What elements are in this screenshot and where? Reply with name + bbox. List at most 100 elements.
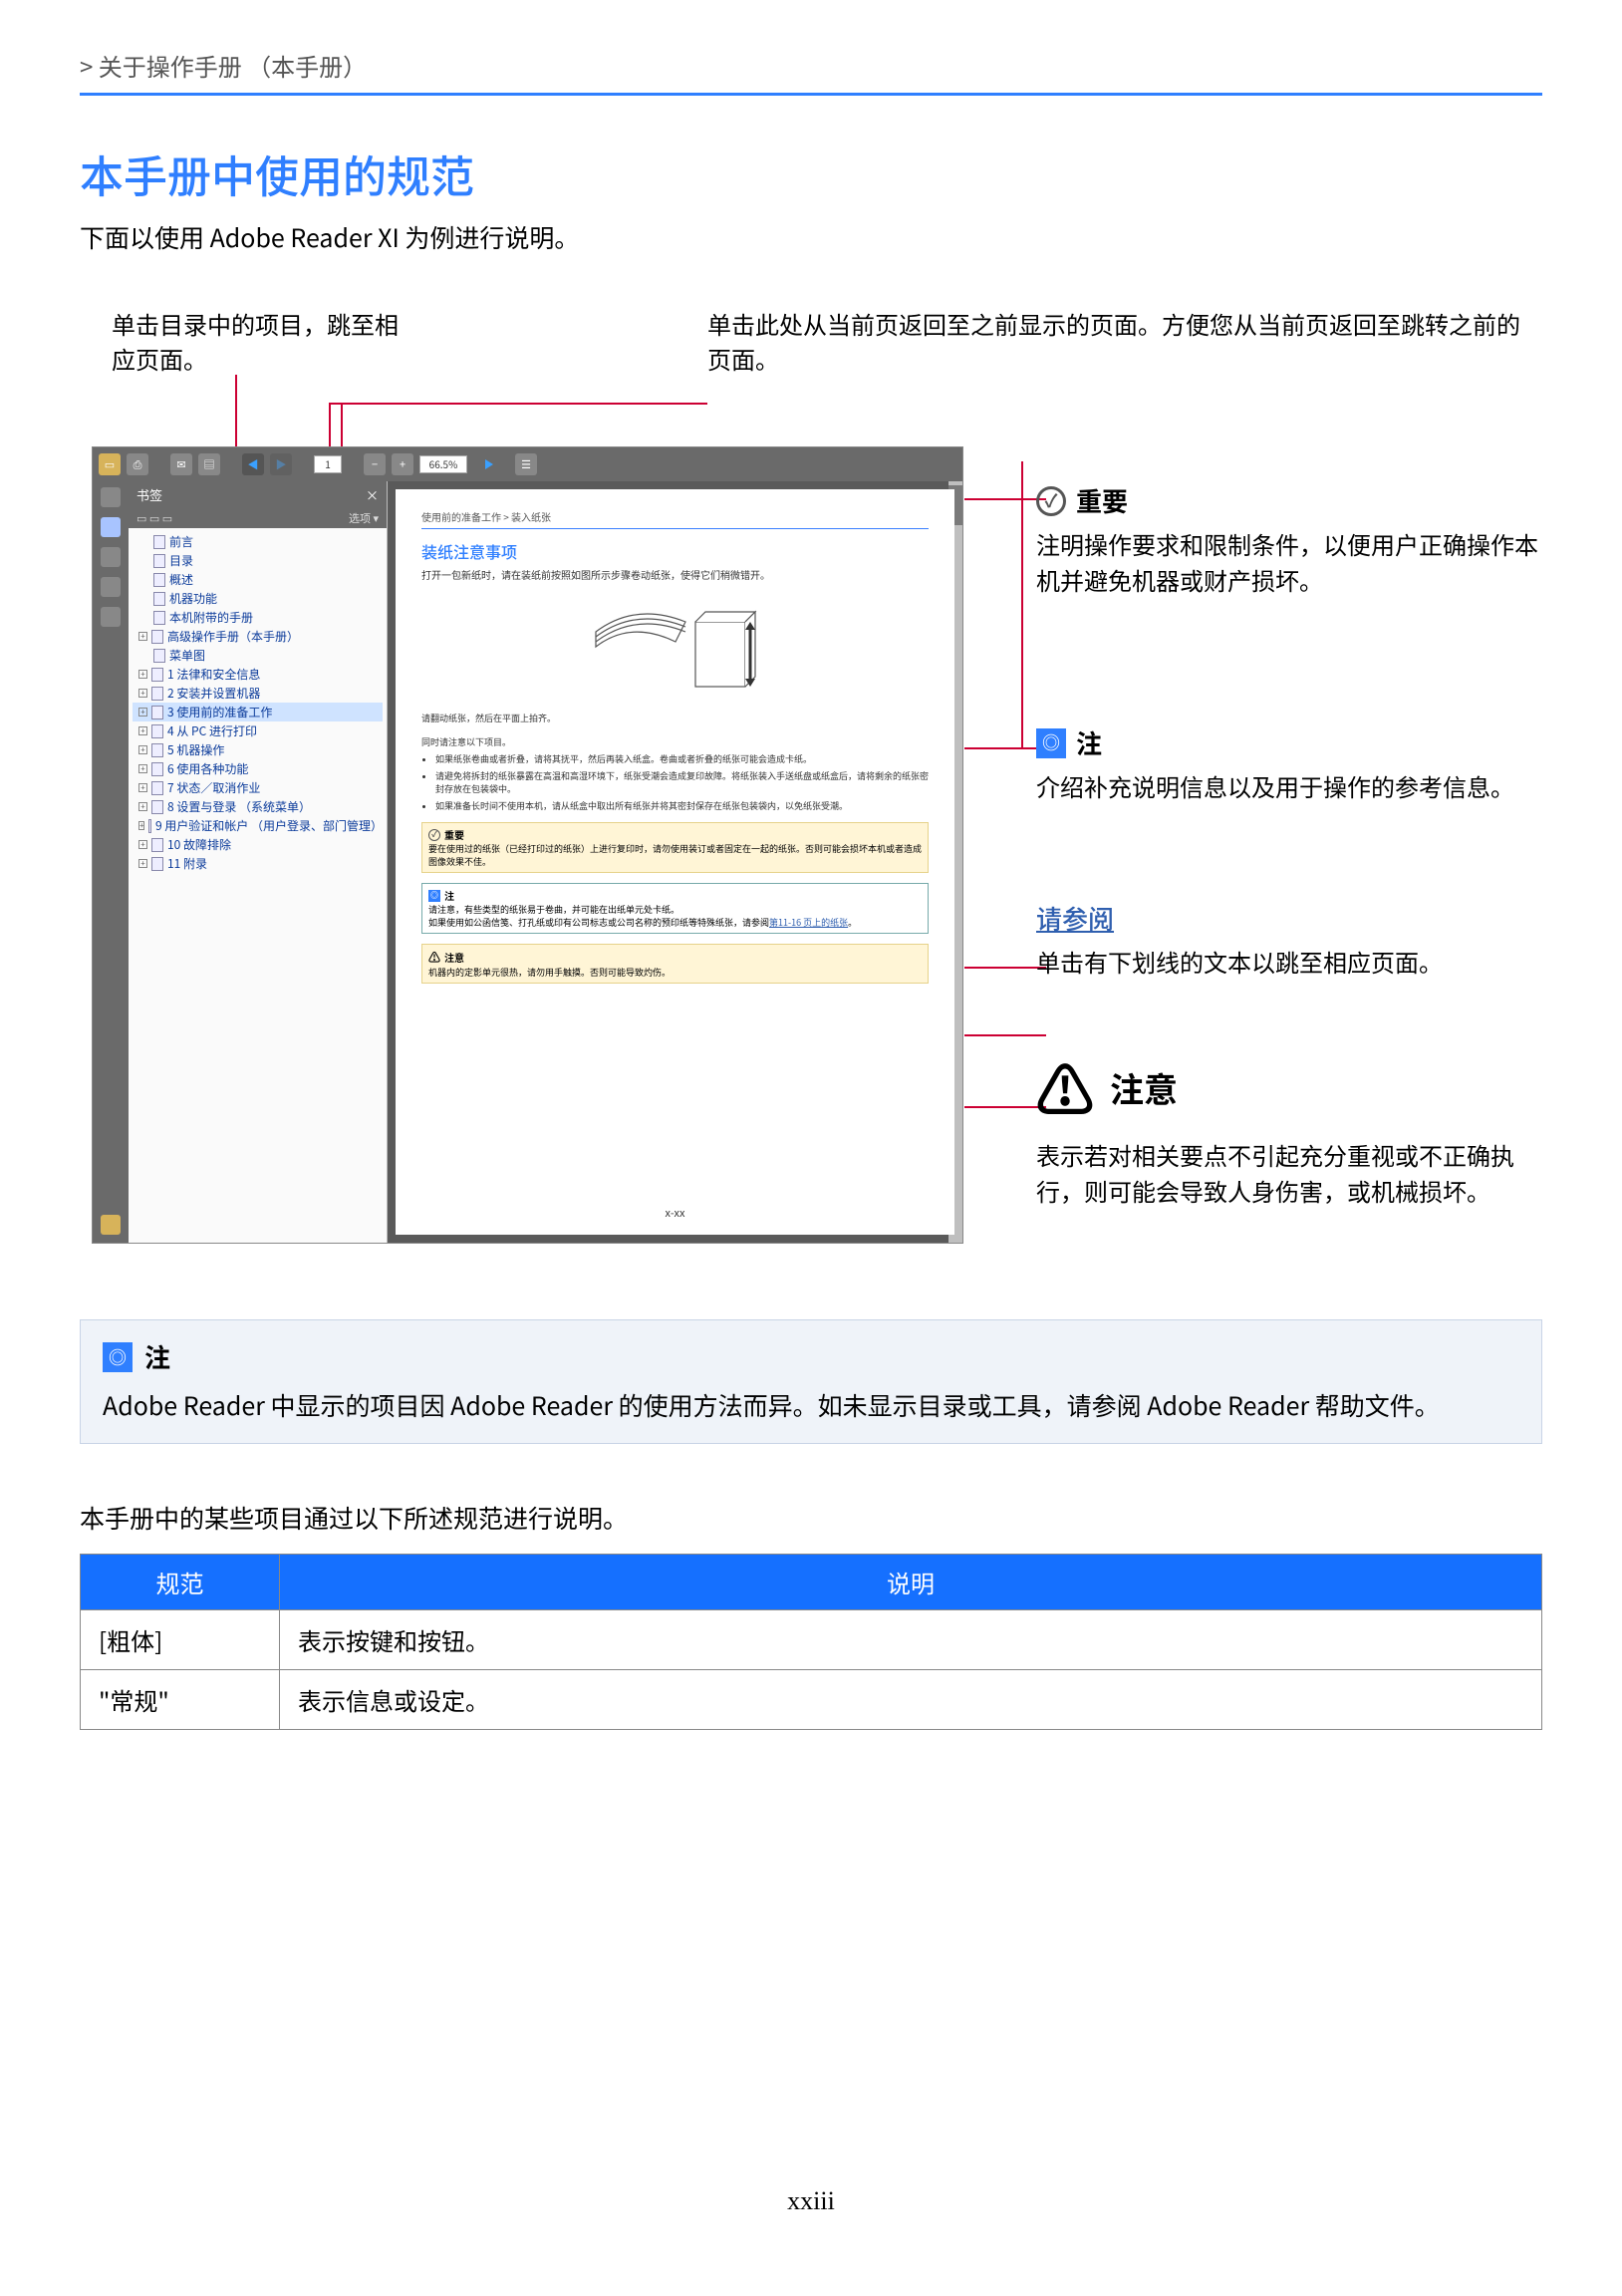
- doc-subtext: 打开一包新纸时，请在装纸前按照如图所示步骤卷动纸张，使得它们稍微错开。: [421, 567, 929, 582]
- big-note-box: ◎注 Adobe Reader 中显示的项目因 Adobe Reader 的使用…: [80, 1319, 1542, 1444]
- bookmark-item[interactable]: 概述: [133, 570, 383, 589]
- bookmarks-options[interactable]: 选项: [349, 510, 371, 526]
- bookmark-item[interactable]: 菜单图: [133, 646, 383, 665]
- legend-note-title: 注: [1076, 723, 1102, 762]
- header-rule: [80, 93, 1542, 96]
- forward-button[interactable]: ▶: [270, 453, 292, 475]
- leader-line: [964, 498, 1046, 500]
- zoom-dropdown-icon[interactable]: [485, 459, 493, 469]
- attachments-icon[interactable]: [101, 607, 121, 627]
- note-body2: 如果使用如公函信笺、打孔纸或印有公司标志或公司名称的预印纸等特殊纸张，请参阅: [428, 916, 769, 929]
- doc-p1: 请翻动纸张，然后在平面上拍齐。: [421, 712, 929, 725]
- leader-line: [964, 1034, 1046, 1036]
- important-head: 重要: [444, 827, 464, 842]
- back-button[interactable]: ◀: [242, 453, 264, 475]
- bookmark-item[interactable]: 机器功能: [133, 589, 383, 608]
- bookmark-item[interactable]: +9 用户验证和帐户 （用户登录、部门管理）: [133, 816, 383, 835]
- check-icon: ✓: [428, 829, 440, 841]
- edit-panel-icon[interactable]: [101, 547, 121, 567]
- pages-panel-icon[interactable]: [101, 487, 121, 507]
- page-title: 本手册中使用的规范: [80, 142, 1542, 205]
- table-row: [粗体]表示按键和按钮。: [81, 1609, 1542, 1669]
- paper-fanning-illustration: [576, 592, 775, 702]
- doc-bullet: 如果纸张卷曲或者折叠，请将其抚平，然后再装入纸盒。卷曲或者折叠的纸张可能会造成卡…: [435, 752, 929, 765]
- bookmark-item[interactable]: 前言: [133, 532, 383, 551]
- doc-heading: 装纸注意事项: [421, 539, 929, 563]
- comment-panel-icon[interactable]: [101, 577, 121, 597]
- document-page: 使用前的准备工作 > 装入纸张 装纸注意事项 打开一包新纸时，请在装纸前按照如图…: [396, 489, 954, 1235]
- table-cell-key: [粗体]: [81, 1609, 280, 1669]
- note-box: ◎注 请注意，有些类型的纸张易于卷曲，并可能在出纸单元处卡纸。 如果使用如公函信…: [421, 883, 929, 934]
- bookmark-item[interactable]: +高级操作手册（本手册）: [133, 627, 383, 646]
- zoom-field[interactable]: 66.5%: [419, 455, 467, 473]
- bookmark-item[interactable]: +6 使用各种功能: [133, 759, 383, 778]
- close-icon[interactable]: ×: [366, 485, 379, 504]
- doc-bullets: 如果纸张卷曲或者折叠，请将其抚平，然后再装入纸盒。卷曲或者折叠的纸张可能会造成卡…: [421, 752, 929, 812]
- table-cell-key: "常规": [81, 1669, 280, 1729]
- bookmark-item[interactable]: 目录: [133, 551, 383, 570]
- bookmark-item[interactable]: +11 附录: [133, 854, 383, 873]
- print-icon[interactable]: ⎙: [127, 453, 148, 475]
- warning-icon: ⚠: [1036, 1044, 1094, 1131]
- bookmark-item[interactable]: 本机附带的手册: [133, 608, 383, 627]
- legend-important-title: 重要: [1076, 481, 1128, 520]
- bookmarks-panel: 书签 × ▭ ▭ ▭ 选项 ▾ 前言目录概述机器功能本机附带的手册+高级操作手册…: [129, 481, 388, 1243]
- signatures-icon[interactable]: [101, 1215, 121, 1235]
- zoom-in-icon[interactable]: +: [392, 453, 413, 475]
- bookmark-item[interactable]: +5 机器操作: [133, 740, 383, 759]
- table-head-c1: 规范: [81, 1554, 280, 1609]
- legend-warn: ⚠注意 表示若对相关要点不引起充分重视或不正确执行，则可能会导致人身伤害，或机械…: [1036, 1044, 1554, 1209]
- doc-rule: [421, 528, 929, 529]
- open-file-icon[interactable]: ▭: [99, 453, 121, 475]
- bookmark-item[interactable]: +8 设置与登录 （系统菜单）: [133, 797, 383, 816]
- bookmarks-list: 前言目录概述机器功能本机附带的手册+高级操作手册（本手册）菜单图+1 法律和安全…: [129, 528, 387, 877]
- bookmarks-tool-icons[interactable]: ▭ ▭ ▭: [136, 510, 172, 526]
- table-intro: 本手册中的某些项目通过以下所述规范进行说明。: [80, 1500, 1542, 1536]
- bookmark-item[interactable]: +7 状态／取消作业: [133, 778, 383, 797]
- bookmark-item[interactable]: +2 安装并设置机器: [133, 684, 383, 703]
- document-viewport: 使用前的准备工作 > 装入纸张 装纸注意事项 打开一包新纸时，请在装纸前按照如图…: [388, 481, 962, 1243]
- see-link-label[interactable]: 请参阅: [1036, 899, 1114, 938]
- leader-line: [964, 1106, 1046, 1108]
- caution-head: 注意: [444, 950, 464, 965]
- page-icon[interactable]: ▤: [198, 453, 220, 475]
- warning-icon: ⚠: [428, 949, 440, 966]
- doc-breadcrumb: 使用前的准备工作 > 装入纸张: [421, 509, 929, 524]
- bookmark-item[interactable]: +10 故障排除: [133, 835, 383, 854]
- table-cell-value: 表示按键和按钮。: [280, 1609, 1542, 1669]
- leader-line: [964, 747, 1046, 749]
- bookmarks-title: 书签: [136, 485, 162, 504]
- breadcrumb: > 关于操作手册 （本手册）: [80, 48, 1542, 83]
- legend-warn-desc: 表示若对相关要点不引起充分重视或不正确执行，则可能会导致人身伤害，或机械损坏。: [1036, 1137, 1554, 1209]
- zoom-out-icon[interactable]: −: [364, 453, 386, 475]
- legend-see-desc: 单击有下划线的文本以跳至相应页面。: [1036, 944, 1554, 980]
- big-note-title: 注: [144, 1338, 170, 1375]
- note-body1: 请注意，有些类型的纸张易于卷曲，并可能在出纸单元处卡纸。: [428, 903, 922, 916]
- legend-see: 请参阅 单击有下划线的文本以跳至相应页面。: [1036, 899, 1554, 980]
- leader-line: [964, 967, 1046, 969]
- legend-important: ✓重要 注明操作要求和限制条件，以便用户正确操作本机并避免机器或财产损坏。: [1036, 481, 1554, 598]
- bookmark-item[interactable]: +4 从 PC 进行打印: [133, 721, 383, 740]
- doc-bullet: 请避免将拆封的纸张暴露在高温和高湿环境下，纸张受潮会造成复印故障。将纸张装入手送…: [435, 769, 929, 795]
- note-icon: ◎: [103, 1342, 133, 1372]
- table-row: "常规"表示信息或设定。: [81, 1669, 1542, 1729]
- leader-line: [329, 403, 707, 405]
- important-box: ✓ 重要 要在使用过的纸张（已经打印过的纸张）上进行复印时，请勿使用装订或者固定在…: [421, 822, 929, 873]
- adobe-reader-screenshot: ▭ ⎙ ✉ ▤ ◀ ▶ 1 − + 66.5% ☰: [92, 446, 963, 1244]
- doc-p2: 同时请注意以下项目。: [421, 735, 929, 749]
- caution-body: 机器内的定影单元很热，请勿用手触摸。否则可能导致灼伤。: [428, 966, 922, 979]
- note-icon: ◎: [1036, 728, 1066, 758]
- page-number: xxiii: [0, 2186, 1622, 2216]
- doc-bullet: 如果准备长时间不使用本机，请从纸盒中取出所有纸张并将其密封保存在纸张包装袋内，以…: [435, 799, 929, 812]
- page-field[interactable]: 1: [314, 455, 342, 473]
- bookmarks-panel-icon[interactable]: [101, 517, 121, 537]
- mail-icon[interactable]: ✉: [170, 453, 192, 475]
- diagram-area: 单击目录中的项目，跳至相应页面。 单击此处从当前页返回至之前显示的页面。方便您从…: [80, 307, 1542, 1284]
- toolbar: ▭ ⎙ ✉ ▤ ◀ ▶ 1 − + 66.5% ☰: [93, 447, 962, 481]
- bookmark-item[interactable]: +1 法律和安全信息: [133, 665, 383, 684]
- tool-icon[interactable]: ☰: [515, 453, 537, 475]
- note-icon: ◎: [428, 890, 440, 902]
- bookmark-item[interactable]: +3 使用前的准备工作: [133, 703, 383, 721]
- see-link[interactable]: 第11-16 页上的纸张: [769, 916, 848, 929]
- important-body: 要在使用过的纸张（已经打印过的纸张）上进行复印时，请勿使用装订或者固定在一起的纸…: [428, 842, 922, 868]
